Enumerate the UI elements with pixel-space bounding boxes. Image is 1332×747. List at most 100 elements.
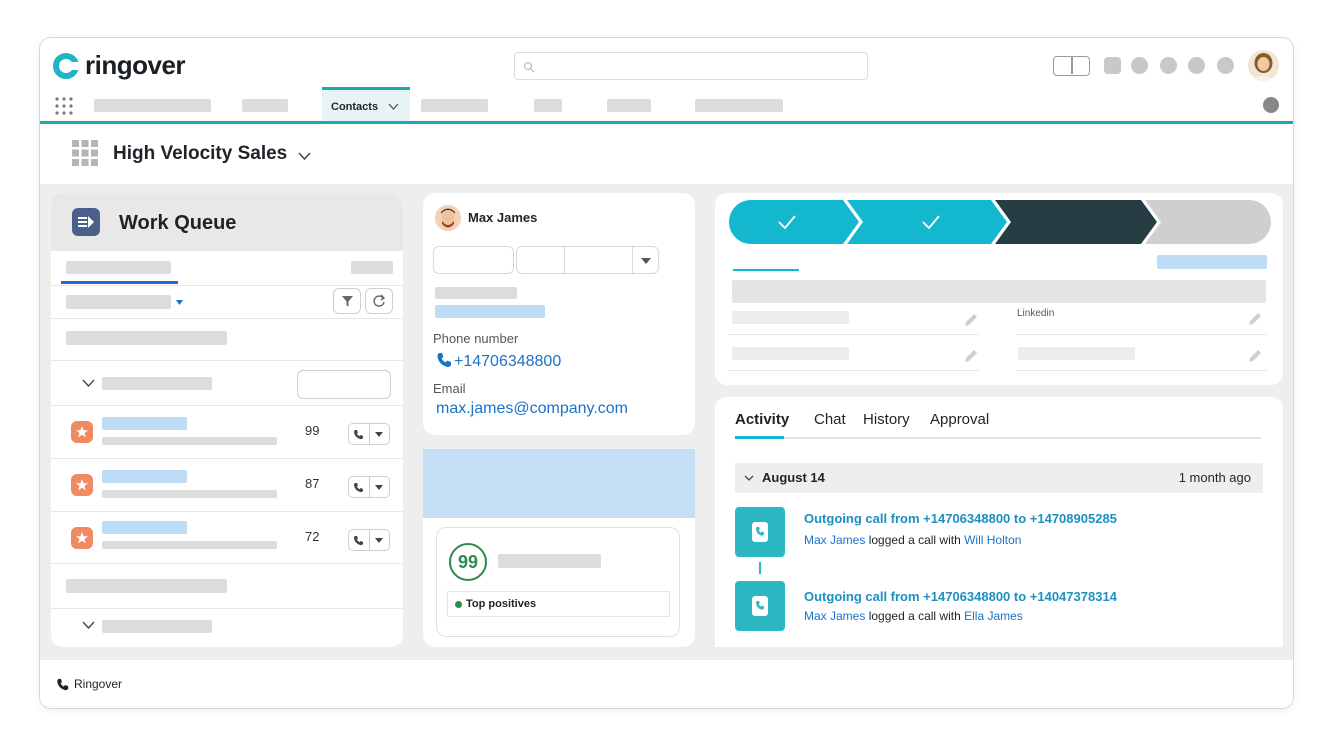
- chevron-down-icon: [388, 103, 399, 110]
- search-input[interactable]: [514, 52, 868, 80]
- timeline-connector: [759, 562, 761, 574]
- contact-action-button-1[interactable]: [433, 246, 514, 274]
- deal-pipeline: [729, 200, 1271, 244]
- top-positives-row[interactable]: Top positives: [447, 591, 670, 617]
- queue-tab-active[interactable]: [66, 261, 171, 274]
- phone-icon: [437, 353, 451, 367]
- activity-item-title[interactable]: Outgoing call from +14706348800 to +1404…: [804, 589, 1117, 604]
- search-icon: [523, 61, 535, 73]
- details-action-link[interactable]: [1157, 255, 1267, 269]
- activity-actor-link[interactable]: Max James: [804, 609, 865, 623]
- filter-button[interactable]: [333, 288, 361, 314]
- queue-filter-select[interactable]: [66, 295, 171, 309]
- tab-history[interactable]: History: [863, 411, 910, 428]
- settings-icon[interactable]: [1217, 57, 1234, 74]
- caret-down-icon: [375, 484, 384, 490]
- layout-toggle-icon[interactable]: [1053, 56, 1090, 76]
- contact-company: [435, 287, 517, 299]
- nav-more-icon[interactable]: [1263, 97, 1279, 113]
- nav-tab-5[interactable]: [534, 99, 562, 112]
- lead-name[interactable]: [102, 521, 187, 534]
- activity-actor-link[interactable]: Max James: [804, 533, 865, 547]
- edit-pencil-icon[interactable]: [963, 348, 979, 364]
- refresh-icon: [373, 294, 386, 307]
- activity-tab-underline: [735, 436, 784, 439]
- pipeline-stage-3[interactable]: [995, 200, 1157, 244]
- help-icon[interactable]: [1188, 57, 1205, 74]
- nav-tab-6[interactable]: [607, 99, 651, 112]
- queue-tab-2[interactable]: [351, 261, 393, 274]
- grid-menu-icon[interactable]: [54, 96, 74, 116]
- lead-star-icon: [71, 421, 93, 443]
- avatar[interactable]: [1248, 50, 1279, 81]
- queue-tab-underline: [61, 281, 178, 284]
- app-window: ringover Contacts High Velocity Sales Wo…: [39, 37, 1294, 709]
- queue-group-input[interactable]: [297, 370, 391, 399]
- lead-call-button[interactable]: [348, 529, 390, 551]
- edit-pencil-icon[interactable]: [963, 312, 979, 328]
- pipeline-stage-2[interactable]: [847, 200, 1007, 244]
- queue-group-label: [102, 620, 212, 633]
- workspace-title[interactable]: High Velocity Sales: [113, 143, 287, 165]
- lead-score: 99: [305, 423, 320, 438]
- detail-field-2: [732, 347, 849, 360]
- tab-chat[interactable]: Chat: [814, 411, 846, 428]
- lead-call-button[interactable]: [348, 423, 390, 445]
- brand-name: ringover: [85, 50, 186, 80]
- contact-email[interactable]: max.james@company.com: [436, 400, 628, 418]
- pipeline-stage-4[interactable]: [1145, 200, 1271, 244]
- details-section-bar: [732, 280, 1266, 303]
- work-queue-header: Work Queue: [51, 193, 403, 251]
- nav-tab-2[interactable]: [242, 99, 288, 112]
- status-icon[interactable]: [1160, 57, 1177, 74]
- nav-tab-7[interactable]: [695, 99, 783, 112]
- lead-name[interactable]: [102, 470, 187, 483]
- phone-icon: [354, 429, 364, 439]
- contact-card: Max James Phone number +14706348800 Emai…: [423, 193, 695, 435]
- work-queue-icon: [72, 208, 100, 236]
- detail-field-1: [732, 311, 849, 324]
- work-queue-title: Work Queue: [119, 212, 237, 234]
- score-value: 99: [449, 543, 487, 581]
- footer-label[interactable]: Ringover: [74, 677, 122, 691]
- apps-icon[interactable]: [1104, 57, 1121, 74]
- chevron-down-icon: [744, 475, 754, 481]
- workspace-grid-icon: [72, 140, 98, 166]
- edit-pencil-icon[interactable]: [1247, 348, 1263, 364]
- expand-chevron-icon[interactable]: [82, 379, 95, 387]
- edit-pencil-icon[interactable]: [1247, 311, 1263, 327]
- refresh-button[interactable]: [365, 288, 393, 314]
- work-queue-panel: Work Queue 99 87 72: [51, 193, 403, 647]
- expand-chevron-icon[interactable]: [82, 621, 95, 629]
- activity-group-header[interactable]: August 14 1 month ago: [735, 463, 1263, 493]
- contact-title-link[interactable]: [435, 305, 545, 318]
- call-log-icon: [735, 581, 785, 631]
- nav-tab-contacts-label: Contacts: [331, 101, 379, 113]
- notification-icon[interactable]: [1131, 57, 1148, 74]
- nav-tab-4[interactable]: [421, 99, 488, 112]
- lead-subtitle: [102, 437, 277, 445]
- phone-icon: [57, 678, 69, 691]
- lead-score: 72: [305, 529, 320, 544]
- caret-down-icon: [375, 537, 384, 543]
- lead-call-button[interactable]: [348, 476, 390, 498]
- activity-verb: logged a call with: [868, 609, 961, 623]
- queue-group-label: [102, 377, 212, 390]
- contact-action-group[interactable]: [516, 246, 659, 274]
- caret-down-icon[interactable]: [176, 300, 183, 305]
- activity-item-title[interactable]: Outgoing call from +14706348800 to +1470…: [804, 511, 1117, 526]
- workspace-header: High Velocity Sales: [40, 124, 1293, 184]
- caret-down-icon[interactable]: [641, 258, 651, 264]
- tab-approval[interactable]: Approval: [930, 411, 989, 428]
- contact-phone[interactable]: +14706348800: [454, 353, 561, 371]
- pipeline-stage-1[interactable]: [729, 200, 859, 244]
- nav-tab-contacts[interactable]: Contacts: [322, 87, 410, 121]
- activity-target-link[interactable]: Ella James: [964, 609, 1023, 623]
- caret-down-icon: [375, 431, 384, 437]
- workspace-chevron-down-icon[interactable]: [298, 152, 311, 161]
- tab-activity[interactable]: Activity: [735, 411, 789, 428]
- nav-tab-1[interactable]: [94, 99, 211, 112]
- details-card: Linkedin: [715, 193, 1283, 385]
- activity-target-link[interactable]: Will Holton: [964, 533, 1021, 547]
- lead-name[interactable]: [102, 417, 187, 430]
